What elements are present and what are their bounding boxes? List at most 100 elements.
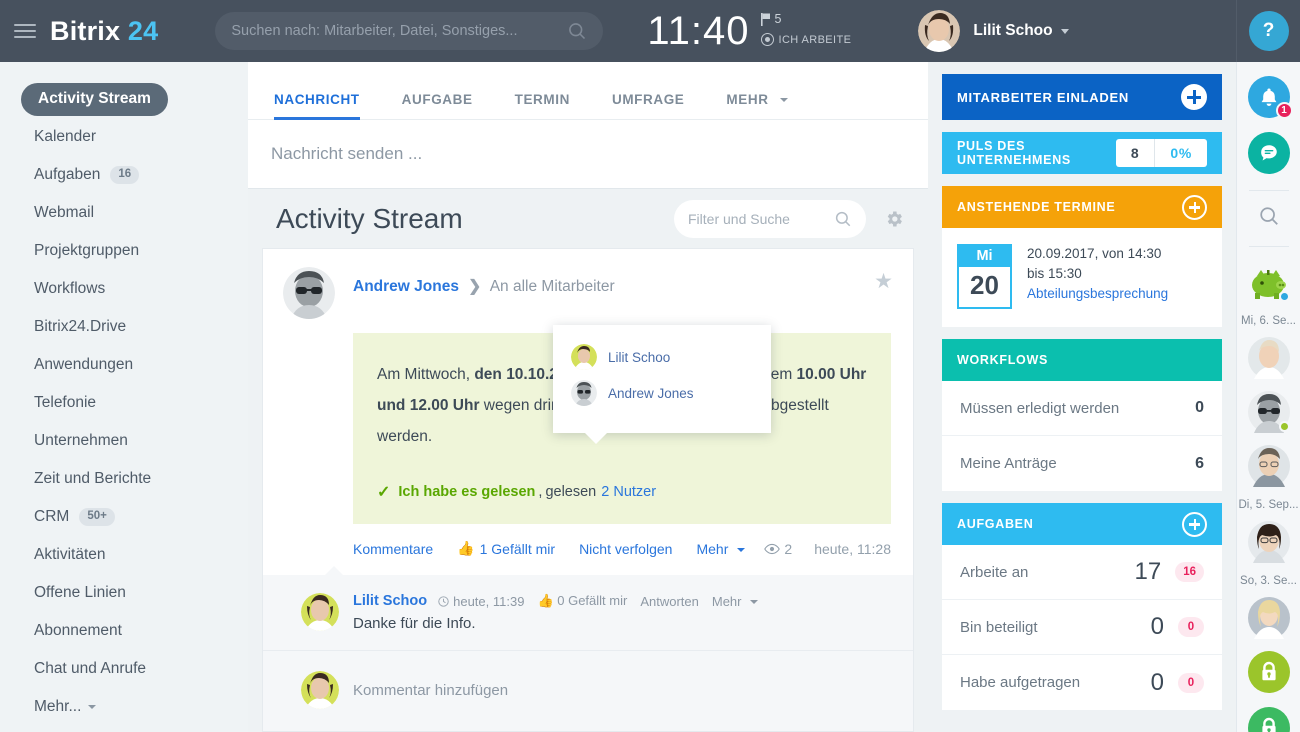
sidebar-item-mehr[interactable]: Mehr... bbox=[0, 688, 248, 726]
event-item[interactable]: Mi 20 20.09.2017, von 14:30 bis 15:30 Ab… bbox=[942, 228, 1222, 327]
filter-search-input[interactable]: Filter und Suche bbox=[674, 199, 866, 238]
like-button[interactable]: 👍 1 Gefällt mir bbox=[457, 540, 555, 557]
plus-icon[interactable] bbox=[1182, 511, 1207, 537]
comment-like-label: 0 Gefällt mir bbox=[557, 593, 628, 608]
comment-like[interactable]: 👍 0 Gefällt mir bbox=[537, 593, 627, 609]
gear-icon[interactable] bbox=[884, 209, 904, 229]
flag-counter[interactable]: 5 bbox=[760, 12, 852, 26]
plus-icon[interactable] bbox=[1181, 84, 1207, 110]
search-icon bbox=[569, 23, 586, 40]
bitrix-app: Bitrix 24 Suchen nach: Mitarbeiter, Date… bbox=[0, 0, 1300, 732]
help-button[interactable]: ? bbox=[1248, 11, 1289, 51]
read-label[interactable]: Ich habe es gelesen bbox=[398, 484, 535, 500]
sidebar-item-kalender[interactable]: Kalender bbox=[0, 118, 248, 156]
pulse-title: PULS DES UNTERNEHMENS bbox=[957, 139, 1116, 167]
follow-toggle[interactable]: Nicht verfolgen bbox=[579, 541, 672, 557]
rail-date-label: So, 3. Se... bbox=[1240, 575, 1297, 587]
message-input[interactable]: Nachricht senden ... bbox=[248, 120, 928, 188]
tooltip-user-row[interactable]: Andrew Jones bbox=[553, 375, 771, 411]
rail-contact-4[interactable] bbox=[1247, 521, 1290, 563]
comment-author[interactable]: Lilit Schoo bbox=[353, 593, 427, 609]
tooltip-user-row[interactable]: Lilit Schoo bbox=[553, 339, 771, 375]
rail-contact-piggy[interactable] bbox=[1248, 261, 1290, 303]
view-count-value: 2 bbox=[784, 540, 793, 557]
sidebar-item-activity-stream[interactable]: Activity Stream bbox=[0, 80, 248, 118]
avatar[interactable] bbox=[283, 267, 335, 319]
tab-mehr[interactable]: MEHR bbox=[726, 92, 788, 119]
rail-contact-5[interactable] bbox=[1247, 597, 1290, 639]
task-row-working[interactable]: Arbeite an 17 16 bbox=[942, 545, 1222, 600]
plus-icon[interactable] bbox=[1182, 194, 1207, 220]
workflows-header[interactable]: WORKFLOWS bbox=[942, 339, 1222, 381]
tab-termin[interactable]: TERMIN bbox=[515, 92, 570, 119]
sidebar-item-aufgaben[interactable]: Aufgaben 16 bbox=[0, 156, 248, 194]
sidebar-item-workflows[interactable]: Workflows bbox=[0, 270, 248, 308]
events-title: ANSTEHENDE TERMINE bbox=[957, 200, 1116, 214]
avatar[interactable] bbox=[301, 593, 339, 631]
tasks-header[interactable]: AUFGABEN bbox=[942, 503, 1222, 545]
task-row-assigned[interactable]: Habe aufgetragen 0 0 bbox=[942, 655, 1222, 710]
message-input-placeholder: Nachricht senden ... bbox=[271, 144, 423, 163]
sidebar-item-label: Aktivitäten bbox=[34, 546, 106, 563]
search-icon bbox=[835, 211, 851, 226]
view-count: 2 bbox=[764, 541, 792, 557]
tab-aufgabe[interactable]: AUFGABE bbox=[402, 92, 473, 119]
stream-post: Andrew Jones ❯ An alle Mitarbeiter ★ Am … bbox=[262, 248, 914, 575]
sidebar-item-projektgruppen[interactable]: Projektgruppen bbox=[0, 232, 248, 270]
work-status[interactable]: ICH ARBEITE bbox=[760, 33, 852, 46]
lock-icon bbox=[1261, 717, 1276, 732]
chevron-down-icon bbox=[779, 98, 788, 103]
sidebar-item-label: Kalender bbox=[34, 128, 97, 145]
comment-reply[interactable]: Antworten bbox=[640, 594, 699, 609]
rail-contact-3[interactable] bbox=[1247, 445, 1290, 487]
post-more-menu[interactable]: Mehr bbox=[696, 541, 746, 557]
hamburger-icon[interactable] bbox=[14, 20, 36, 42]
comments-link[interactable]: Kommentare bbox=[353, 541, 433, 557]
global-search-input[interactable]: Suchen nach: Mitarbeiter, Datei, Sonstig… bbox=[215, 12, 604, 50]
user-menu[interactable]: Lilit Schoo bbox=[918, 10, 1069, 52]
tab-nachricht[interactable]: NACHRICHT bbox=[274, 92, 360, 120]
workflow-row-requests[interactable]: Meine Anträge 6 bbox=[942, 436, 1222, 491]
sidebar-item-unternehmen[interactable]: Unternehmen bbox=[0, 422, 248, 460]
sidebar-item-chat-und-anrufe[interactable]: Chat und Anrufe bbox=[0, 650, 248, 688]
notifications-button[interactable]: 1 bbox=[1247, 76, 1293, 119]
star-icon[interactable]: ★ bbox=[874, 269, 893, 294]
sidebar-item-label: Bitrix24.Drive bbox=[34, 318, 127, 335]
sidebar-item-offene-linien[interactable]: Offene Linien bbox=[0, 574, 248, 612]
sidebar-item-abonnement[interactable]: Abonnement bbox=[0, 612, 248, 650]
sidebar-item-telefonie[interactable]: Telefonie bbox=[0, 384, 248, 422]
events-body: Mi 20 20.09.2017, von 14:30 bis 15:30 Ab… bbox=[942, 228, 1222, 327]
post-author[interactable]: Andrew Jones bbox=[353, 278, 459, 295]
app-logo[interactable]: Bitrix 24 bbox=[50, 16, 158, 47]
avatar bbox=[571, 344, 597, 370]
tab-umfrage[interactable]: UMFRAGE bbox=[612, 92, 684, 119]
record-icon bbox=[760, 33, 774, 46]
task-row-participating[interactable]: Bin beteiligt 0 0 bbox=[942, 600, 1222, 655]
messenger-button[interactable] bbox=[1247, 132, 1290, 174]
workflow-row-todo[interactable]: Müssen erledigt werden 0 bbox=[942, 381, 1222, 436]
comment-more-menu[interactable]: Mehr bbox=[712, 594, 759, 609]
company-pulse-header[interactable]: PULS DES UNTERNEHMENS 8 0% bbox=[942, 132, 1222, 174]
lock-button-1[interactable] bbox=[1247, 651, 1290, 693]
upcoming-events-header[interactable]: ANSTEHENDE TERMINE bbox=[942, 186, 1222, 228]
event-name-link[interactable]: Abteilungsbesprechung bbox=[1027, 284, 1168, 304]
rail-contact-2[interactable] bbox=[1247, 391, 1290, 433]
rail-contact-1[interactable] bbox=[1247, 337, 1290, 379]
work-clock[interactable]: 11:40 5 ICH ARBEITE bbox=[647, 8, 851, 54]
sidebar-item-crm[interactable]: CRM 50+ bbox=[0, 498, 248, 536]
rail-divider bbox=[1248, 190, 1289, 191]
rail-search-button[interactable] bbox=[1258, 205, 1280, 232]
sidebar-item-drive[interactable]: Bitrix24.Drive bbox=[0, 308, 248, 346]
user-name: Lilit Schoo bbox=[973, 22, 1053, 39]
sidebar-item-webmail[interactable]: Webmail bbox=[0, 194, 248, 232]
tasks-title: AUFGABEN bbox=[957, 517, 1034, 531]
sidebar-item-aktivitaeten[interactable]: Aktivitäten bbox=[0, 536, 248, 574]
invite-title: MITARBEITER EINLADEN bbox=[957, 89, 1129, 105]
read-users-link[interactable]: 2 Nutzer bbox=[601, 484, 656, 500]
invite-employee-button[interactable]: MITARBEITER EINLADEN bbox=[942, 74, 1222, 120]
add-comment-row[interactable]: Kommentar hinzufügen bbox=[263, 651, 913, 731]
lock-button-2[interactable] bbox=[1247, 707, 1290, 732]
sidebar-item-zeit-und-berichte[interactable]: Zeit und Berichte bbox=[0, 460, 248, 498]
task-value: 0 bbox=[1150, 668, 1164, 696]
sidebar-item-anwendungen[interactable]: Anwendungen bbox=[0, 346, 248, 384]
